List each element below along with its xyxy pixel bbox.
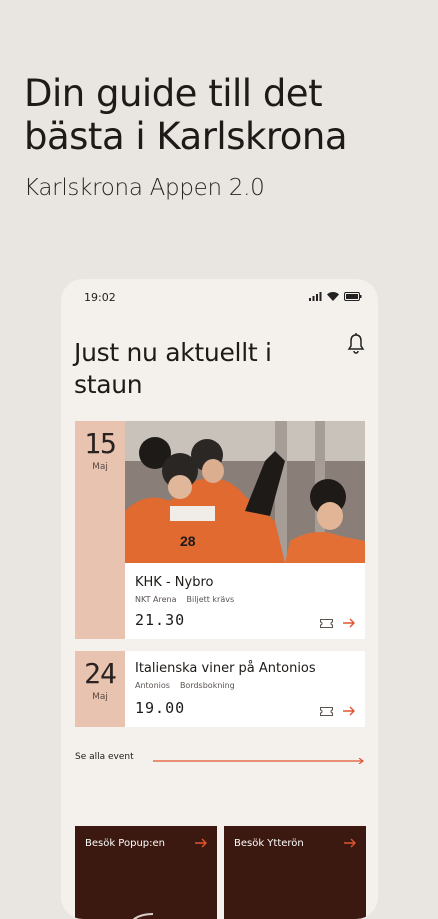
arrow-right-icon[interactable] — [343, 618, 355, 628]
ticket-icon — [320, 619, 333, 628]
event-date: 15 Maj — [75, 421, 125, 639]
event-image: 28 — [125, 421, 365, 563]
event-info: Bordsbokning — [179, 681, 235, 690]
hero-subtitle: Karlskrona Appen 2.0 — [24, 175, 265, 201]
event-meta: Antonios Bordsbokning — [135, 681, 235, 690]
event-time: 21.30 — [135, 611, 186, 629]
status-time: 19:02 — [84, 291, 116, 304]
long-arrow-icon — [153, 758, 364, 764]
promo-label: Besök Ytterön — [234, 838, 304, 849]
section-title: Just nu aktuellt i staun — [74, 338, 272, 399]
event-day: 24 — [84, 657, 117, 690]
event-date: 24 Maj — [75, 651, 125, 727]
event-card[interactable]: 15 Maj 28 KHK - Nybro NKT Arena Biljett … — [75, 421, 365, 639]
hero-title: Din guide till det bästa i Karlskrona — [24, 72, 348, 158]
event-month: Maj — [92, 692, 108, 702]
event-meta: NKT Arena Biljett krävs — [135, 595, 234, 604]
arrow-right-icon — [195, 838, 207, 848]
promo-popup-card[interactable]: Besök Popup:en — [75, 826, 217, 919]
signal-icon — [309, 292, 322, 301]
phone-mockup: 19:02 Just nu aktuellt i staun 15 Maj 28… — [61, 279, 378, 919]
hockey-photo: 28 — [125, 421, 365, 563]
promo-label: Besök Popup:en — [85, 838, 165, 849]
popup-illustration-icon — [132, 913, 154, 919]
svg-text:28: 28 — [180, 533, 196, 549]
event-day: 15 — [84, 427, 117, 460]
status-icons — [309, 292, 362, 301]
arrow-right-icon — [344, 838, 356, 848]
status-bar: 19:02 — [61, 279, 378, 317]
event-month: Maj — [92, 462, 108, 472]
bell-icon[interactable] — [346, 333, 366, 355]
event-venue: NKT Arena — [135, 595, 177, 604]
wifi-icon — [327, 292, 339, 301]
promo-ytteron-card[interactable]: Besök Ytterön — [224, 826, 366, 919]
see-all-events-link[interactable]: Se alla event — [75, 752, 365, 766]
event-name: Italienska viner på Antonios — [135, 661, 316, 676]
battery-icon — [344, 292, 362, 301]
arrow-right-icon[interactable] — [343, 706, 355, 716]
event-info: Biljett krävs — [186, 595, 235, 604]
ticket-icon — [320, 707, 333, 716]
event-time: 19.00 — [135, 699, 186, 717]
island-illustration-icon — [224, 882, 366, 919]
see-all-label: Se alla event — [75, 752, 134, 762]
event-venue: Antonios — [135, 681, 170, 690]
event-name: KHK - Nybro — [135, 575, 214, 590]
event-card[interactable]: 24 Maj Italienska viner på Antonios Anto… — [75, 651, 365, 727]
